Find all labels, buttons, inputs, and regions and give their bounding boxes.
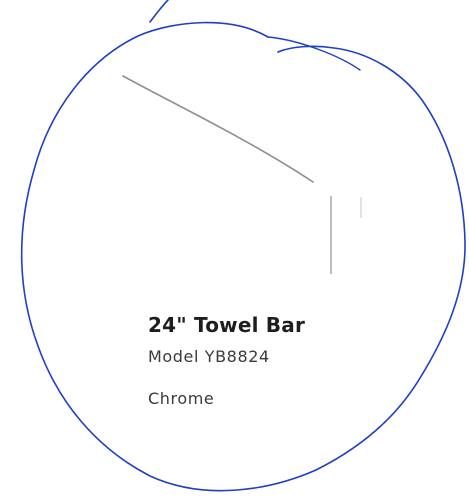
product-model-number: Model YB8824 [148,347,270,366]
annotation-stroke-top [149,0,169,23]
product-illustration [20,0,466,492]
product-finish: Chrome [148,389,215,408]
towel-bar-rod [122,75,314,183]
annotation-circle [20,21,466,492]
scanned-product-card: 24" Towel Bar Model YB8824 Chrome [0,0,469,503]
annotation-circle-overlap [267,36,361,71]
product-title: 24" Towel Bar [148,313,306,337]
